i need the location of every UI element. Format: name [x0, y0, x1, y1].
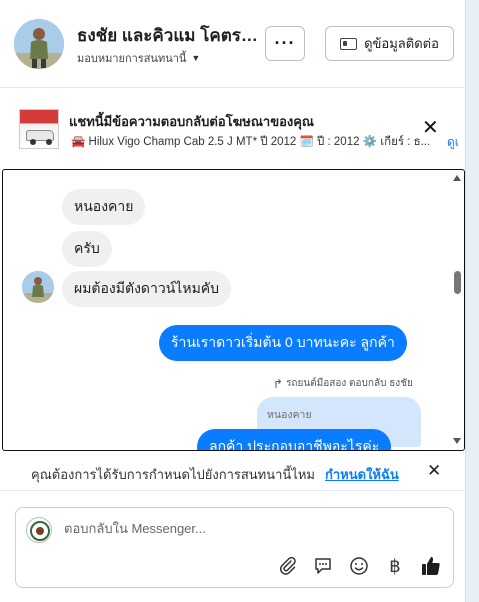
outgoing-message: ลูกค้า ประกอบอาชีพอะไรค่ะ	[197, 429, 392, 450]
assign-to-me-link[interactable]: กำหนดให้ฉัน	[325, 464, 399, 485]
scroll-thumb[interactable]	[454, 271, 461, 294]
payment-baht-icon[interactable]: ฿	[383, 554, 407, 578]
message-input[interactable]	[64, 521, 424, 536]
saved-replies-icon[interactable]	[311, 554, 335, 578]
contact-avatar-small	[22, 271, 54, 303]
message-thread[interactable]: หนองคาย ครับ ผมต้องมีตังดาวน์ไหมคับ ร้าน…	[2, 169, 465, 451]
caret-down-icon: ▼	[191, 53, 201, 63]
conversation-header: ธงชัย และคิวแม โคตรช... มอบหมายการสนทนาน…	[0, 0, 466, 88]
view-ad-link[interactable]: ดูเ	[447, 133, 466, 152]
scroll-up-icon[interactable]	[453, 175, 461, 181]
close-icon[interactable]: ✕	[422, 118, 439, 138]
chat-scrollbar[interactable]	[450, 170, 464, 449]
conversation-panel: ธงชัย และคิวแม โคตรช... มอบหมายการสนทนาน…	[0, 0, 466, 602]
assign-conversation-dropdown[interactable]: มอบหมายการสนทนานี้ ▼	[77, 49, 200, 67]
contact-name: ธงชัย และคิวแม โคตรช...	[77, 26, 259, 45]
ad-context-title: แชทนี้มีข้อความตอบกลับต่อโฆษณาของคุณ	[69, 114, 314, 129]
ad-context-detail: 🚘 Hilux Vigo Champ Cab 2.5 J MT* ปี 2012…	[71, 136, 431, 148]
view-contact-info-button[interactable]: ดูข้อมูลติดต่อ	[325, 26, 454, 61]
thumbs-up-icon[interactable]	[419, 554, 443, 578]
reply-meta: ↱ รถยนต์มือสอง ตอบกลับ ธงชัย	[273, 376, 413, 391]
quoted-text: หนองคาย	[267, 409, 312, 421]
more-options-button[interactable]: ···	[265, 26, 305, 61]
background-strip	[466, 0, 479, 602]
contact-avatar[interactable]	[14, 19, 64, 69]
page-avatar	[26, 517, 52, 543]
ad-reply-context: แชทนี้มีข้อความตอบกลับต่อโฆษณาของคุณ 🚘 H…	[0, 92, 466, 160]
ad-thumbnail[interactable]	[19, 109, 59, 149]
view-contact-info-label: ดูข้อมูลติดต่อ	[364, 36, 439, 51]
reply-arrow-icon: ↱	[273, 376, 284, 391]
assign-label: มอบหมายการสนทนานี้	[77, 53, 187, 65]
scroll-down-icon[interactable]	[453, 438, 461, 444]
outgoing-message: ร้านเราดาวเริ่มต้น 0 บาทนะคะ ลูกค้า	[159, 325, 407, 361]
reply-composer: ฿	[15, 507, 454, 588]
contact-card-icon	[340, 37, 358, 50]
close-icon[interactable]: ✕	[427, 461, 441, 481]
assign-prompt-text: คุณต้องการได้รับการกำหนดไปยังการสนทนานี้…	[31, 467, 315, 482]
incoming-message: ครับ	[62, 231, 112, 267]
attachment-icon[interactable]	[276, 554, 300, 578]
incoming-message: ผมต้องมีตังดาวน์ไหมคับ	[62, 271, 232, 307]
incoming-message: หนองคาย	[62, 189, 146, 225]
assign-prompt-bar: คุณต้องการได้รับการกำหนดไปยังการสนทนานี้…	[0, 451, 466, 491]
reply-meta-text: รถยนต์มือสอง ตอบกลับ ธงชัย	[286, 378, 413, 389]
emoji-icon[interactable]	[347, 554, 371, 578]
